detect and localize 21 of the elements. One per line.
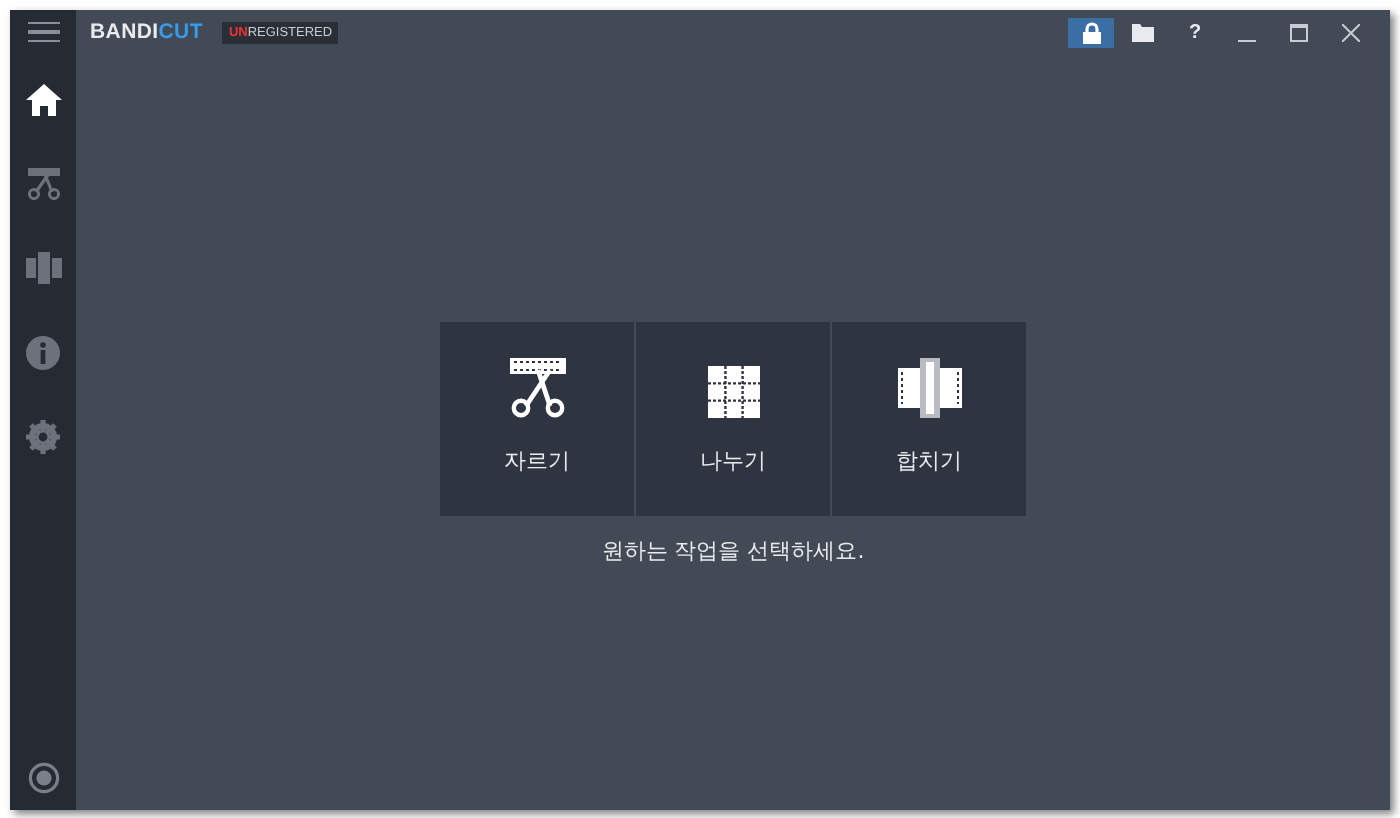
film-join-icon — [897, 358, 961, 418]
home-icon — [25, 84, 61, 116]
close-icon — [1342, 23, 1360, 41]
settings-icon — [26, 419, 60, 453]
scissors-icon — [25, 168, 61, 200]
film-join-icon — [25, 252, 61, 284]
join-tile[interactable]: 합치기 — [832, 322, 1026, 516]
folder-icon — [1132, 23, 1154, 41]
record-icon[interactable] — [27, 762, 59, 794]
split-tile[interactable]: 나누기 — [636, 322, 830, 516]
scissors-icon — [507, 358, 567, 418]
help-button[interactable]: ? — [1172, 17, 1218, 47]
instruction-text: 원하는 작업을 선택하세요. — [601, 536, 865, 566]
cut-tile[interactable]: 자르기 — [440, 322, 634, 516]
maximize-icon — [1289, 23, 1309, 41]
app-logo: BANDICUT — [90, 20, 203, 44]
minimize-icon — [1238, 39, 1256, 41]
info-icon — [26, 335, 60, 369]
lock-icon — [1081, 21, 1101, 43]
grid-icon — [707, 366, 759, 418]
lock-button[interactable] — [1068, 17, 1114, 47]
